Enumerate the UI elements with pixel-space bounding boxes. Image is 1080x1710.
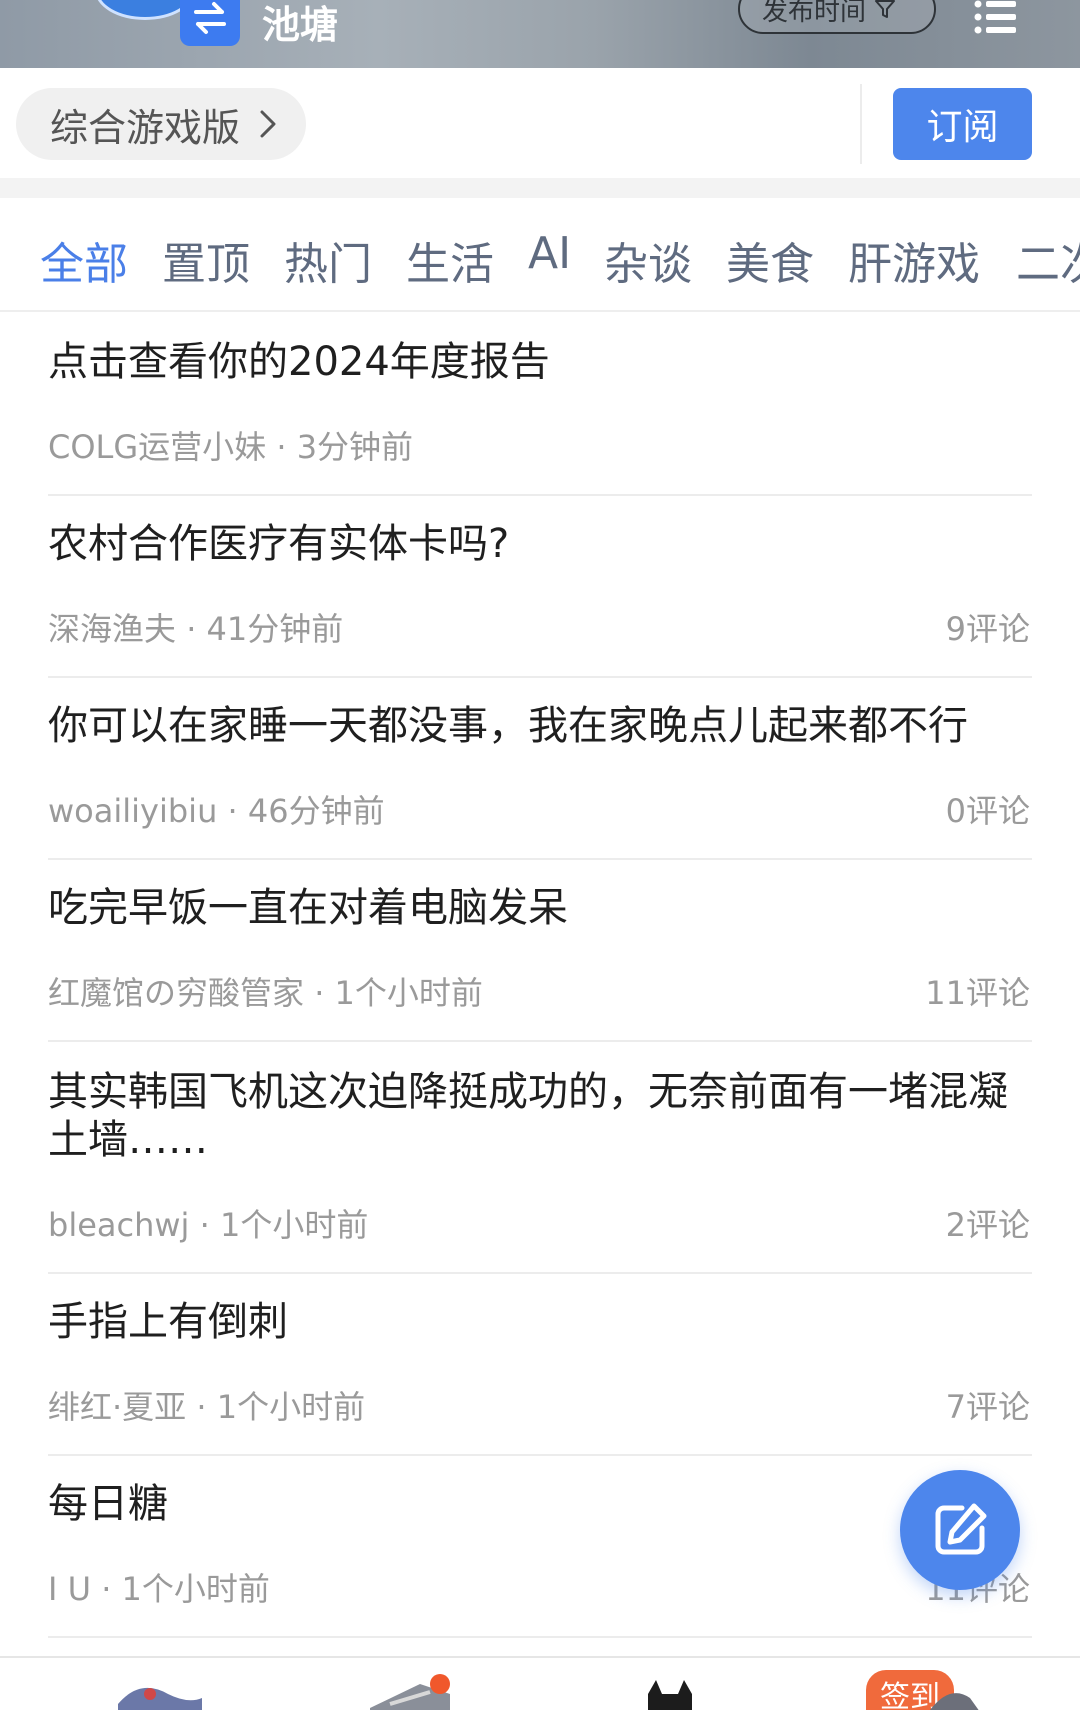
notification-dot bbox=[430, 1674, 450, 1694]
post-item[interactable]: 吃完早饭一直在对着电脑发呆 红魔馆の穷酸管家 · 1个小时前 11评论 bbox=[48, 860, 1032, 1042]
tab-hot[interactable]: 热门 bbox=[284, 228, 372, 292]
post-title: 其实韩国飞机这次迫降挺成功的，无奈前面有一堵混凝土墙…… bbox=[48, 1069, 1008, 1163]
filter-funnel-icon bbox=[875, 0, 896, 18]
post-title: 农村合作医疗有实体卡吗? bbox=[48, 521, 510, 567]
post-item[interactable]: 你可以在家睡一天都没事，我在家晚点儿起来都不行 woailiyibiu · 46… bbox=[48, 678, 1032, 860]
header-banner: 池塘 发布时间 bbox=[0, 0, 1080, 68]
tab-food[interactable]: 美食 bbox=[726, 228, 814, 292]
tab-pinned[interactable]: 置顶 bbox=[162, 228, 250, 292]
board-selector-row: 综合游戏版 订阅 bbox=[0, 68, 1080, 178]
post-author: 绯红·夏亚 bbox=[48, 1388, 187, 1426]
tab-all[interactable]: 全部 bbox=[40, 228, 128, 292]
sort-by-time-button[interactable]: 发布时间 bbox=[738, 0, 936, 34]
nav-profile-icon[interactable] bbox=[920, 1664, 1020, 1710]
post-item[interactable]: 每日糖 I U · 1个小时前 11评论 bbox=[48, 1456, 1032, 1638]
post-meta: 深海渔夫 · 41分钟前 bbox=[48, 610, 344, 648]
post-author: COLG运营小妹 bbox=[48, 428, 267, 466]
post-title: 点击查看你的2024年度报告 bbox=[48, 339, 550, 385]
compose-post-button[interactable] bbox=[900, 1470, 1020, 1590]
post-title: 每日糖 bbox=[48, 1481, 168, 1527]
post-title: 吃完早饭一直在对着电脑发呆 bbox=[48, 885, 568, 931]
post-meta: COLG运营小妹 · 3分钟前 bbox=[48, 428, 414, 466]
post-author: bleachwj bbox=[48, 1206, 190, 1244]
post-time: 46分钟前 bbox=[247, 792, 385, 830]
post-author: 深海渔夫 bbox=[48, 610, 177, 648]
comment-count: 2评论 bbox=[945, 1206, 1030, 1244]
divider bbox=[860, 84, 862, 164]
post-item[interactable]: 手指上有倒刺 绯红·夏亚 · 1个小时前 7评论 bbox=[48, 1274, 1032, 1456]
chevron-right-icon bbox=[260, 110, 276, 138]
post-time: 3分钟前 bbox=[296, 428, 414, 466]
post-time: 1个小时前 bbox=[216, 1388, 366, 1426]
post-meta: woailiyibiu · 46分钟前 bbox=[48, 792, 385, 830]
comment-count: 7评论 bbox=[945, 1388, 1030, 1426]
tab-chat[interactable]: 杂谈 bbox=[604, 228, 692, 292]
board-name: 综合游戏版 bbox=[50, 105, 241, 150]
post-item[interactable]: 点击查看你的2024年度报告 COLG运营小妹 · 3分钟前 bbox=[48, 314, 1032, 496]
post-meta: I U · 1个小时前 bbox=[48, 1570, 270, 1608]
menu-list-icon[interactable] bbox=[972, 0, 1020, 40]
post-meta: 绯红·夏亚 · 1个小时前 bbox=[48, 1388, 366, 1426]
bottom-navigation: 签到 bbox=[0, 1656, 1080, 1710]
post-time: 1个小时前 bbox=[219, 1206, 369, 1244]
edit-pencil-icon bbox=[935, 1503, 987, 1555]
comment-count: 11评论 bbox=[925, 974, 1030, 1012]
post-author: I U bbox=[48, 1570, 92, 1608]
swap-arrows-icon bbox=[194, 2, 226, 34]
post-author: 红魔馆の穷酸管家 bbox=[48, 974, 305, 1012]
sort-label: 发布时间 bbox=[762, 0, 867, 27]
post-title: 你可以在家睡一天都没事，我在家晚点儿起来都不行 bbox=[48, 703, 968, 749]
tab-ai[interactable]: AI bbox=[528, 228, 571, 279]
comment-count: 9评论 bbox=[945, 610, 1030, 648]
tab-life[interactable]: 生活 bbox=[406, 228, 494, 292]
category-tabs: 全部 置顶 热门 生活 AI 杂谈 美食 肝游戏 二次 bbox=[0, 198, 1080, 312]
post-time: 41分钟前 bbox=[206, 610, 344, 648]
post-item[interactable]: 其实韩国飞机这次迫降挺成功的，无奈前面有一堵混凝土墙…… bleachwj · … bbox=[48, 1042, 1032, 1274]
post-meta: 红魔馆の穷酸管家 · 1个小时前 bbox=[48, 974, 483, 1012]
comment-count: 0评论 bbox=[945, 792, 1030, 830]
post-meta: bleachwj · 1个小时前 bbox=[48, 1206, 369, 1244]
post-time: 1个小时前 bbox=[334, 974, 483, 1012]
post-time: 1个小时前 bbox=[121, 1570, 270, 1608]
section-separator bbox=[0, 178, 1080, 198]
tab-acg[interactable]: 二次 bbox=[1016, 228, 1080, 292]
board-selector[interactable]: 综合游戏版 bbox=[16, 88, 306, 160]
tab-grind-games[interactable]: 肝游戏 bbox=[848, 228, 980, 292]
nav-home-icon[interactable] bbox=[110, 1664, 210, 1710]
post-title: 手指上有倒刺 bbox=[48, 1299, 288, 1345]
switch-board-button[interactable] bbox=[180, 0, 240, 46]
post-author: woailiyibiu bbox=[48, 792, 218, 830]
nav-message-icon[interactable] bbox=[620, 1664, 720, 1710]
post-item[interactable]: 农村合作医疗有实体卡吗? 深海渔夫 · 41分钟前 9评论 bbox=[48, 496, 1032, 678]
board-title: 池塘 bbox=[262, 3, 339, 47]
subscribe-button[interactable]: 订阅 bbox=[893, 88, 1032, 160]
